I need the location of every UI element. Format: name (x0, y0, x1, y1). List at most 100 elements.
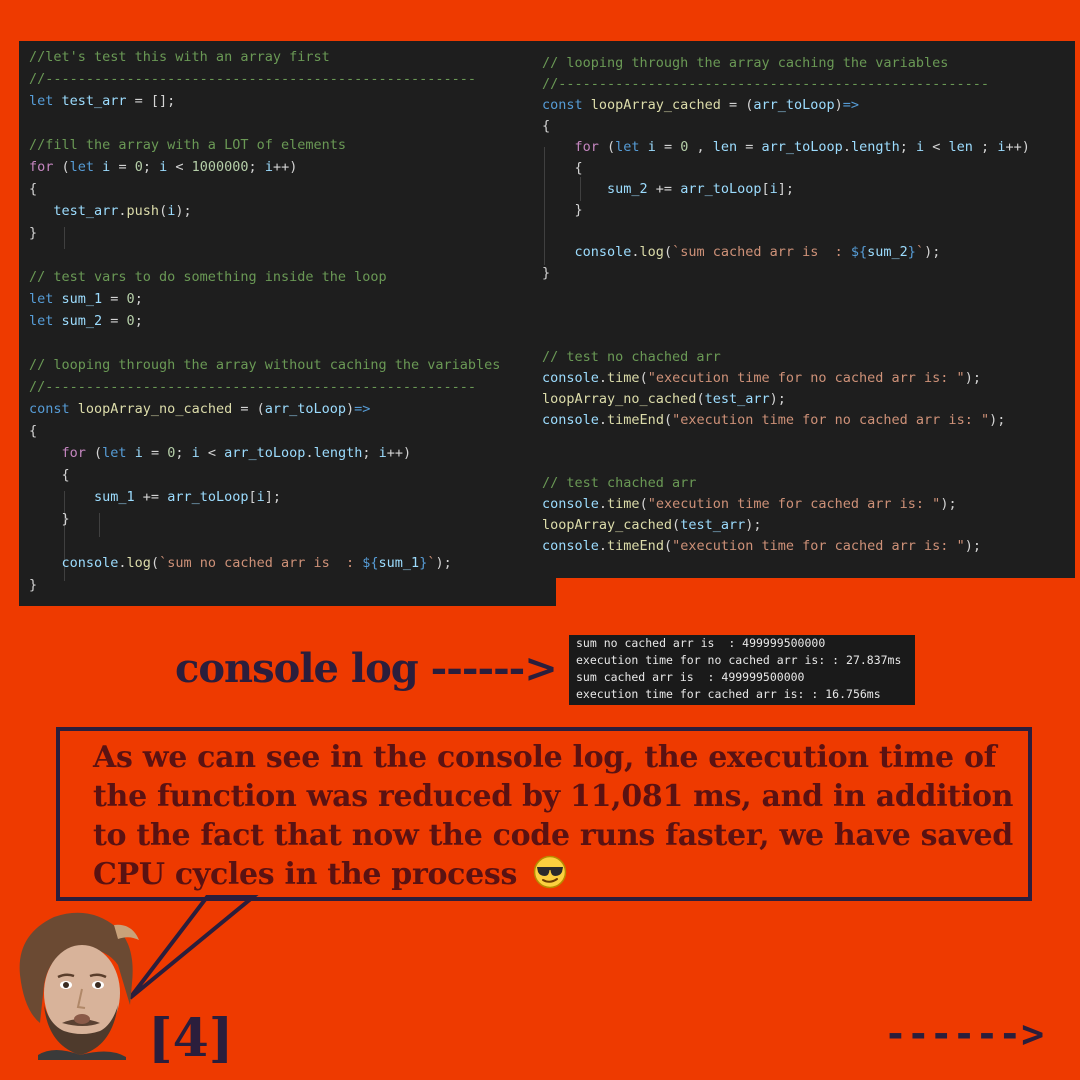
code-line: //--------------------------------------… (29, 69, 476, 89)
console-line: sum no cached arr is : 499999500000 (576, 636, 826, 650)
code-token: sum_1 (378, 555, 420, 571)
code-line: for (let i = 0; i < 1000000; i++) (29, 157, 297, 177)
code-token: += (134, 489, 168, 505)
code-token: = (102, 291, 127, 307)
code-token: timeEnd (607, 538, 664, 554)
code-token: ); (989, 412, 1006, 428)
code-token: loopArray_no_cached (77, 401, 233, 417)
code-token: sum_1 (61, 291, 103, 307)
code-token: test_arr (680, 517, 746, 533)
code-token: } (907, 244, 916, 260)
code-token: "execution time for no cached arr is: " (647, 370, 965, 386)
code-line: { (29, 421, 37, 441)
code-token: arr_toLoop (680, 181, 762, 197)
code-token: 0 (126, 313, 135, 329)
indent-guide (64, 227, 65, 249)
code-token: { (29, 181, 38, 197)
code-token: ( (159, 203, 168, 219)
code-line: } (542, 200, 583, 220)
code-token: length (313, 445, 363, 461)
code-token: ${ (850, 244, 868, 260)
code-line: console.timeEnd("execution time for no c… (542, 410, 1005, 430)
code-token: arr_toLoop (224, 445, 306, 461)
code-token: ( (663, 412, 673, 428)
console-line: execution time for cached arr is: : 16.7… (576, 687, 881, 701)
code-token: ; (134, 291, 143, 307)
code-token: console (542, 538, 599, 554)
code-token: => (842, 97, 860, 113)
code-line: } (29, 509, 70, 529)
bubble-text-line: As we can see in the console log, the ex… (93, 740, 997, 775)
code-token: i (134, 445, 143, 461)
code-token: ; (899, 139, 916, 155)
code-token: . (118, 203, 127, 219)
code-token: console (542, 496, 599, 512)
code-line: let sum_1 = 0; (29, 289, 143, 309)
bubble-text-line: to the fact that now the code runs faste… (93, 818, 1013, 853)
code-token: } (542, 265, 551, 281)
code-line: } (29, 223, 37, 243)
code-editor-left: //let's test this with an array first //-… (19, 41, 556, 606)
code-token: . (598, 538, 608, 554)
code-token: "execution time for cached arr is: " (647, 496, 941, 512)
code-line: { (542, 116, 550, 136)
code-token: time (607, 496, 640, 512)
code-token: let (615, 139, 648, 155)
code-token: , (688, 139, 713, 155)
code-line: { (29, 179, 37, 199)
code-token: i (647, 139, 656, 155)
code-token: ( (53, 159, 70, 175)
code-line: for (let i = 0 , len = arr_toLoop.length… (542, 137, 1030, 157)
code-line: //--------------------------------------… (542, 74, 989, 94)
page-number: [4] (148, 1008, 234, 1069)
code-token: loopArray_cached (542, 517, 673, 533)
code-line: let sum_2 = 0; (29, 311, 143, 331)
code-token: { (29, 423, 38, 439)
code-token: i (916, 139, 925, 155)
code-token: arr_toLoop (761, 139, 843, 155)
code-token: ; (134, 313, 143, 329)
code-token: ; (362, 445, 379, 461)
code-line: sum_2 += arr_toLoop[i]; (542, 179, 794, 199)
code-token: ( (598, 139, 616, 155)
code-line: let test_arr = []; (29, 91, 175, 111)
code-token: ( (663, 244, 673, 260)
code-token: let (29, 313, 62, 329)
speech-bubble: As we can see in the console log, the ex… (56, 727, 1032, 901)
code-token: ); (769, 391, 786, 407)
code-line: // test vars to do something inside the … (29, 267, 387, 287)
code-token: => (354, 401, 371, 417)
console-output-panel: sum no cached arr is : 499999500000 exec… (569, 635, 915, 705)
code-token: test_arr (29, 203, 119, 219)
code-line: { (542, 158, 583, 178)
indent-guide (99, 513, 100, 537)
code-token: log (126, 555, 151, 571)
code-token: += (647, 181, 681, 197)
code-token: ); (964, 538, 981, 554)
code-token: . (598, 412, 608, 428)
code-token: ; (972, 139, 998, 155)
code-token: < (167, 159, 192, 175)
code-token: sum_2 (61, 313, 103, 329)
code-token: let (102, 445, 135, 461)
code-token: sum_2 (867, 244, 908, 260)
code-token: < (924, 139, 949, 155)
code-token: i (191, 445, 200, 461)
code-line: loopArray_no_cached(test_arr); (542, 389, 786, 409)
code-token: i (264, 159, 273, 175)
code-token: ${ (362, 555, 379, 571)
bubble-text-last: CPU cycles in the process (93, 857, 518, 892)
code-line: test_arr.push(i); (29, 201, 191, 221)
code-token: // test chached arr (542, 475, 697, 491)
console-log-label: console log ------> (175, 645, 558, 692)
code-token: . (118, 555, 127, 571)
code-token: } (542, 202, 583, 218)
code-token: { (542, 160, 583, 176)
next-page-arrow[interactable]: ------> (884, 1012, 1044, 1056)
code-token: 0 (126, 291, 135, 307)
code-token: for (542, 139, 599, 155)
code-token: i (769, 181, 778, 197)
code-token: ++) (272, 159, 298, 175)
code-line: console.timeEnd("execution time for cach… (542, 536, 981, 556)
code-line: //fill the array with a LOT of elements (29, 135, 346, 155)
